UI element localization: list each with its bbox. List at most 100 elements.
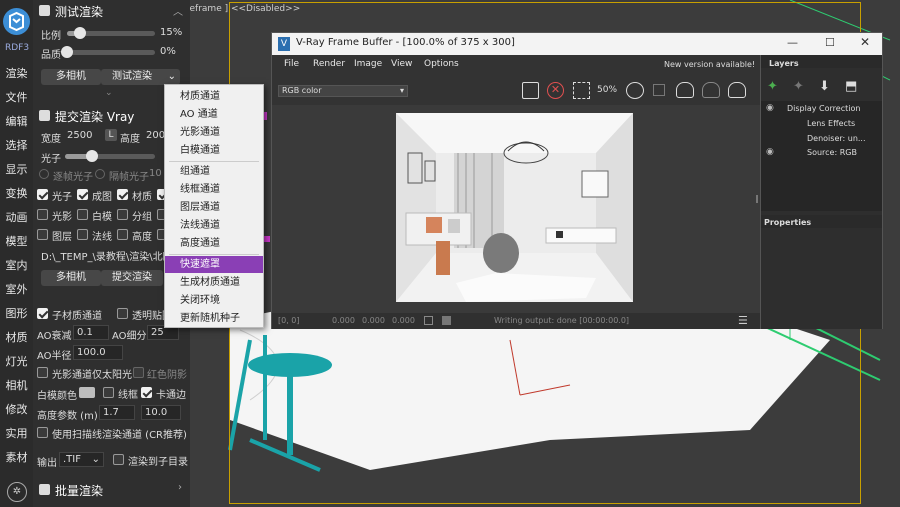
height-param-b-input[interactable]: 10.0 — [141, 405, 181, 420]
menu-item-8[interactable]: 高度通道 — [165, 235, 263, 252]
app-logo-icon[interactable] — [3, 8, 30, 35]
clear-icon[interactable]: ✕ — [547, 82, 564, 99]
zoom-icon[interactable]: 50% — [597, 85, 617, 95]
link-icon[interactable] — [653, 84, 665, 96]
row3-checkbox-0[interactable] — [37, 229, 48, 240]
new-version-notice[interactable]: New version available! — [664, 60, 755, 69]
close-icon[interactable]: ✕ — [860, 35, 870, 49]
collapse-icon[interactable]: ⌄ — [105, 88, 113, 98]
vfb-menu-file[interactable]: File — [284, 59, 299, 69]
menu-item-10[interactable]: 生成材质通道 — [165, 274, 263, 291]
remove-layer-icon[interactable]: ✦ — [793, 79, 804, 94]
frame-photon-radio[interactable] — [39, 169, 49, 179]
ao-falloff-input[interactable]: 0.1 — [73, 325, 109, 340]
menu-item-12[interactable]: 更新随机种子 — [165, 310, 263, 327]
vfb-menu-view[interactable]: View — [391, 59, 412, 69]
menu-item-11[interactable]: 关闭环境 — [165, 292, 263, 309]
skip-photon-num[interactable]: 10 — [149, 168, 162, 179]
layer-denoiser[interactable]: Denoiser: un... — [807, 134, 866, 143]
sidebar-item-11[interactable]: 材质 — [0, 329, 33, 345]
output-format-select[interactable]: .TIF ⌄ — [59, 452, 104, 467]
sidebar-item-8[interactable]: 室内 — [0, 257, 33, 273]
sidebar-item-12[interactable]: 灯光 — [0, 353, 33, 369]
row1-checkbox-1[interactable] — [77, 189, 88, 200]
splitter-handle[interactable] — [756, 195, 758, 203]
sidebar-item-1[interactable]: 文件 — [0, 89, 33, 105]
skip-photon-radio[interactable] — [95, 169, 105, 179]
vfb-menu-image[interactable]: Image — [354, 59, 382, 69]
sub-material-checkbox[interactable] — [37, 308, 48, 319]
sidebar-item-0[interactable]: 渲染 — [0, 65, 33, 81]
channel-select[interactable]: RGB color ▾ — [278, 85, 408, 97]
output-path[interactable]: D:\_TEMP_\录教程\渲染\北欧 — [41, 248, 166, 263]
menu-item-4[interactable]: 组通道 — [165, 163, 263, 180]
multicam-button[interactable]: 多相机 — [41, 69, 101, 85]
load-layers-icon[interactable]: ⬒ — [845, 79, 857, 94]
sidebar-item-5[interactable]: 变换 — [0, 185, 33, 201]
sidebar-item-7[interactable]: 模型 — [0, 233, 33, 249]
test-render-button[interactable]: 测试渲染 ⌄ — [101, 69, 180, 85]
track-mouse-icon[interactable] — [626, 82, 644, 99]
quality-slider[interactable] — [61, 46, 155, 58]
height-param-a-input[interactable]: 1.7 — [99, 405, 135, 420]
ratio-slider[interactable] — [67, 27, 155, 39]
vfb-menu-render[interactable]: Render — [313, 59, 345, 69]
batch-render-title[interactable]: 批量渲染 — [55, 482, 103, 499]
layer-display-correction[interactable]: Display Correction — [787, 104, 860, 113]
sidebar-item-15[interactable]: 实用 — [0, 425, 33, 441]
menu-item-9[interactable]: 快速遮罩 — [165, 256, 263, 273]
layer-source-rgb[interactable]: Source: RGB — [807, 148, 857, 157]
correction-icon[interactable] — [442, 316, 451, 325]
sidebar-item-9[interactable]: 室外 — [0, 281, 33, 297]
layer-lens-effects[interactable]: Lens Effects — [807, 119, 855, 128]
save-icon[interactable] — [522, 82, 539, 99]
region-render-icon[interactable] — [573, 82, 590, 99]
render-subdir-checkbox[interactable] — [113, 454, 124, 465]
transparent-checkbox[interactable] — [117, 308, 128, 319]
add-layer-icon[interactable]: ✦ — [767, 79, 778, 94]
eye-icon-2[interactable]: ◉ — [766, 147, 774, 157]
interactive-teapot-icon[interactable] — [702, 82, 720, 98]
minimize-icon[interactable]: — — [787, 36, 798, 49]
sidebar-item-3[interactable]: 选择 — [0, 137, 33, 153]
sidebar-item-6[interactable]: 动画 — [0, 209, 33, 225]
menu-item-5[interactable]: 线框通道 — [165, 181, 263, 198]
width-value[interactable]: 2500 — [67, 130, 92, 141]
sidebar-item-14[interactable]: 修改 — [0, 401, 33, 417]
eye-icon[interactable]: ◉ — [766, 103, 774, 113]
menu-lines-icon[interactable]: ☰ — [738, 314, 748, 327]
chevron-down-icon[interactable]: ⌄ — [168, 69, 176, 85]
sidebar-item-2[interactable]: 编辑 — [0, 113, 33, 129]
row1-checkbox-2[interactable] — [117, 189, 128, 200]
cartoon-edge-checkbox[interactable] — [141, 387, 152, 398]
ao-radius-input[interactable]: 100.0 — [73, 345, 123, 360]
photon-slider[interactable] — [65, 150, 155, 162]
scanline-checkbox[interactable] — [37, 427, 48, 438]
red-shadow-checkbox[interactable] — [133, 367, 144, 378]
row2-checkbox-2[interactable] — [117, 209, 128, 220]
lock-ratio-button[interactable]: L — [105, 129, 117, 141]
chevron-up-icon[interactable]: ︿ — [173, 3, 183, 18]
white-color-swatch[interactable] — [79, 387, 95, 398]
maximize-icon[interactable]: ☐ — [825, 36, 835, 49]
settings-icon[interactable]: ✲ — [7, 482, 27, 502]
row2-checkbox-0[interactable] — [37, 209, 48, 220]
vfb-titlebar[interactable]: V V-Ray Frame Buffer - [100.0% of 375 x … — [272, 33, 882, 55]
menu-item-2[interactable]: 光影通道 — [165, 124, 263, 141]
menu-item-1[interactable]: AO 通道 — [165, 106, 263, 123]
wireframe-checkbox[interactable] — [103, 387, 114, 398]
menu-item-7[interactable]: 法线通道 — [165, 217, 263, 234]
multicam-button-2[interactable]: 多相机 — [41, 270, 101, 286]
color-picker-icon[interactable] — [424, 316, 433, 325]
row2-checkbox-1[interactable] — [77, 209, 88, 220]
sidebar-item-10[interactable]: 图形 — [0, 305, 33, 321]
row3-checkbox-1[interactable] — [77, 229, 88, 240]
save-layers-icon[interactable]: ⬇ — [819, 79, 830, 94]
menu-item-0[interactable]: 材质通道 — [165, 88, 263, 105]
sidebar-item-16[interactable]: 素材 — [0, 449, 33, 465]
sidebar-item-4[interactable]: 显示 — [0, 161, 33, 177]
row3-checkbox-2[interactable] — [117, 229, 128, 240]
submit-render-button[interactable]: 提交渲染 — [101, 270, 163, 286]
render-teapot-icon[interactable] — [676, 82, 694, 98]
menu-item-3[interactable]: 白模通道 — [165, 142, 263, 159]
